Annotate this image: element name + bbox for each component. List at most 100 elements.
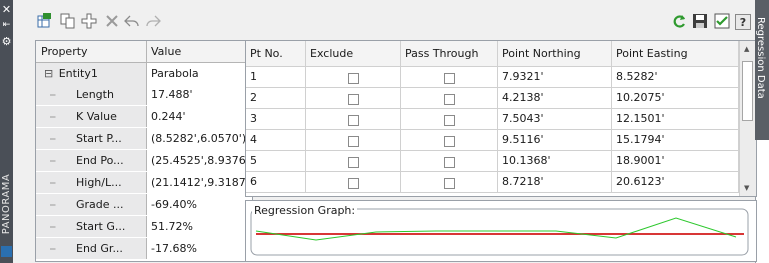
property-row[interactable]: ⎯ High/L... (21.1412',9.3187') bbox=[36, 172, 252, 193]
regression-data-side-tab[interactable]: Regression Data bbox=[755, 0, 769, 140]
table-row[interactable]: 6 8.7218' 20.6123' bbox=[246, 172, 739, 193]
autocad-logo-icon bbox=[1, 246, 12, 257]
property-name: ⎯ End Po... bbox=[36, 150, 146, 171]
entity-name-cell: ⊟ Entity1 bbox=[36, 63, 146, 84]
entity-type-value: Parabola bbox=[146, 63, 250, 84]
redo-icon[interactable] bbox=[144, 12, 162, 30]
property-row[interactable]: ⎯ End Po... (25.4525',8.9376') bbox=[36, 150, 252, 171]
point-northing-cell[interactable]: 4.2138' bbox=[498, 88, 612, 109]
scroll-down-icon[interactable]: ▼ bbox=[744, 184, 749, 192]
property-name: ⎯ Start P... bbox=[36, 128, 146, 149]
exclude-checkbox[interactable] bbox=[348, 136, 359, 147]
close-icon[interactable]: ✕ bbox=[1, 4, 12, 15]
exclude-cell bbox=[306, 172, 401, 193]
pt-no-cell[interactable]: 4 bbox=[246, 130, 306, 151]
column-header-pass-through[interactable]: Pass Through bbox=[401, 41, 498, 67]
property-grid-header: Property Value bbox=[36, 41, 252, 63]
scroll-up-icon[interactable]: ▲ bbox=[744, 45, 749, 53]
point-northing-cell[interactable]: 9.5116' bbox=[498, 130, 612, 151]
save-icon[interactable] bbox=[691, 12, 709, 30]
exclude-cell bbox=[306, 109, 401, 130]
column-header-point-easting[interactable]: Point Easting bbox=[612, 41, 739, 67]
exclude-checkbox[interactable] bbox=[348, 73, 359, 84]
property-name: ⎯ K Value bbox=[36, 106, 146, 127]
table-row[interactable]: 5 10.1368' 18.9001' bbox=[246, 151, 739, 172]
copy-icon[interactable] bbox=[59, 12, 77, 30]
property-value[interactable]: 0.244' bbox=[146, 106, 250, 127]
pt-no-cell[interactable]: 5 bbox=[246, 151, 306, 172]
exclude-cell bbox=[306, 130, 401, 151]
settings-icon[interactable]: ⚙ bbox=[1, 36, 12, 47]
entity-row[interactable]: ⊟ Entity1 Parabola bbox=[36, 63, 252, 84]
value-column-header[interactable]: Value bbox=[146, 41, 250, 62]
delete-icon[interactable] bbox=[103, 12, 121, 30]
refresh-icon[interactable] bbox=[670, 12, 688, 30]
property-value[interactable]: (8.5282',6.0570') bbox=[146, 128, 250, 149]
collapse-icon[interactable]: ⊟ bbox=[44, 67, 53, 80]
property-row[interactable]: ⎯ Length 17.488' bbox=[36, 84, 252, 105]
table-header-row: Pt No. Exclude Pass Through Point Northi… bbox=[246, 41, 739, 67]
point-easting-cell[interactable]: 18.9001' bbox=[612, 151, 739, 172]
point-easting-cell[interactable]: 15.1794' bbox=[612, 130, 739, 151]
property-value[interactable]: (25.4525',8.9376') bbox=[146, 150, 250, 171]
table-icon[interactable] bbox=[36, 12, 54, 30]
point-northing-cell[interactable]: 7.5043' bbox=[498, 109, 612, 130]
exclude-checkbox[interactable] bbox=[348, 94, 359, 105]
point-easting-cell[interactable]: 12.1501' bbox=[612, 109, 739, 130]
property-name-text: End Po... bbox=[76, 154, 124, 167]
property-value[interactable]: 17.488' bbox=[146, 84, 250, 105]
pt-no-cell[interactable]: 3 bbox=[246, 109, 306, 130]
property-row[interactable]: ⎯ Start G... 51.72% bbox=[36, 216, 252, 237]
pt-no-cell[interactable]: 2 bbox=[246, 88, 306, 109]
pin-icon[interactable]: ⇤ bbox=[1, 20, 12, 31]
pass-through-checkbox[interactable] bbox=[444, 178, 455, 189]
point-easting-cell[interactable]: 10.2075' bbox=[612, 88, 739, 109]
property-row[interactable]: ⎯ Grade ... -69.40% bbox=[36, 194, 252, 215]
property-value[interactable]: 51.72% bbox=[146, 216, 250, 237]
side-tab-label: Regression Data bbox=[755, 17, 766, 99]
table-row[interactable]: 3 7.5043' 12.1501' bbox=[246, 109, 739, 130]
pass-through-checkbox[interactable] bbox=[444, 94, 455, 105]
pt-no-cell[interactable]: 6 bbox=[246, 172, 306, 193]
pass-through-checkbox[interactable] bbox=[444, 157, 455, 168]
apply-icon[interactable] bbox=[713, 12, 731, 30]
property-row[interactable]: ⎯ End Gr... -17.68% bbox=[36, 238, 252, 259]
property-name: ⎯ Grade ... bbox=[36, 194, 146, 215]
exclude-cell bbox=[306, 88, 401, 109]
point-easting-cell[interactable]: 20.6123' bbox=[612, 172, 739, 193]
point-northing-cell[interactable]: 7.9321' bbox=[498, 67, 612, 88]
property-grid: Property Value ⊟ Entity1 Parabola ⎯ Lengt… bbox=[35, 40, 253, 262]
regression-graph: Regression Graph: bbox=[245, 200, 757, 262]
table-row[interactable]: 1 7.9321' 8.5282' bbox=[246, 67, 739, 88]
exclude-checkbox[interactable] bbox=[348, 115, 359, 126]
property-row[interactable]: ⎯ Start P... (8.5282',6.0570') bbox=[36, 128, 252, 149]
property-value[interactable]: -69.40% bbox=[146, 194, 250, 215]
table-row[interactable]: 2 4.2138' 10.2075' bbox=[246, 88, 739, 109]
pass-through-checkbox[interactable] bbox=[444, 73, 455, 84]
pass-through-checkbox[interactable] bbox=[444, 115, 455, 126]
column-header-pt-no[interactable]: Pt No. bbox=[246, 41, 306, 67]
pt-no-cell[interactable]: 1 bbox=[246, 67, 306, 88]
exclude-checkbox[interactable] bbox=[348, 178, 359, 189]
regression-graph-label: Regression Graph: bbox=[252, 204, 358, 217]
point-northing-cell[interactable]: 8.7218' bbox=[498, 172, 612, 193]
column-header-point-northing[interactable]: Point Northing bbox=[498, 41, 612, 67]
property-column-header[interactable]: Property bbox=[36, 41, 146, 62]
point-easting-cell[interactable]: 8.5282' bbox=[612, 67, 739, 88]
property-name-text: Start G... bbox=[76, 220, 126, 233]
help-icon[interactable]: ? bbox=[735, 14, 751, 30]
pass-through-checkbox[interactable] bbox=[444, 136, 455, 147]
table-row[interactable]: 4 9.5116' 15.1794' bbox=[246, 130, 739, 151]
property-name-text: K Value bbox=[76, 110, 117, 123]
column-header-exclude[interactable]: Exclude bbox=[306, 41, 401, 67]
property-name-text: Start P... bbox=[76, 132, 122, 145]
pass-through-cell bbox=[401, 172, 498, 193]
undo-icon[interactable] bbox=[123, 12, 141, 30]
property-name: ⎯ Start G... bbox=[36, 216, 146, 237]
point-northing-cell[interactable]: 10.1368' bbox=[498, 151, 612, 172]
exclude-checkbox[interactable] bbox=[348, 157, 359, 168]
property-row[interactable]: ⎯ K Value 0.244' bbox=[36, 106, 252, 127]
add-icon[interactable] bbox=[80, 12, 98, 30]
property-value[interactable]: (21.1412',9.3187') bbox=[146, 172, 250, 193]
property-value[interactable]: -17.68% bbox=[146, 238, 250, 259]
